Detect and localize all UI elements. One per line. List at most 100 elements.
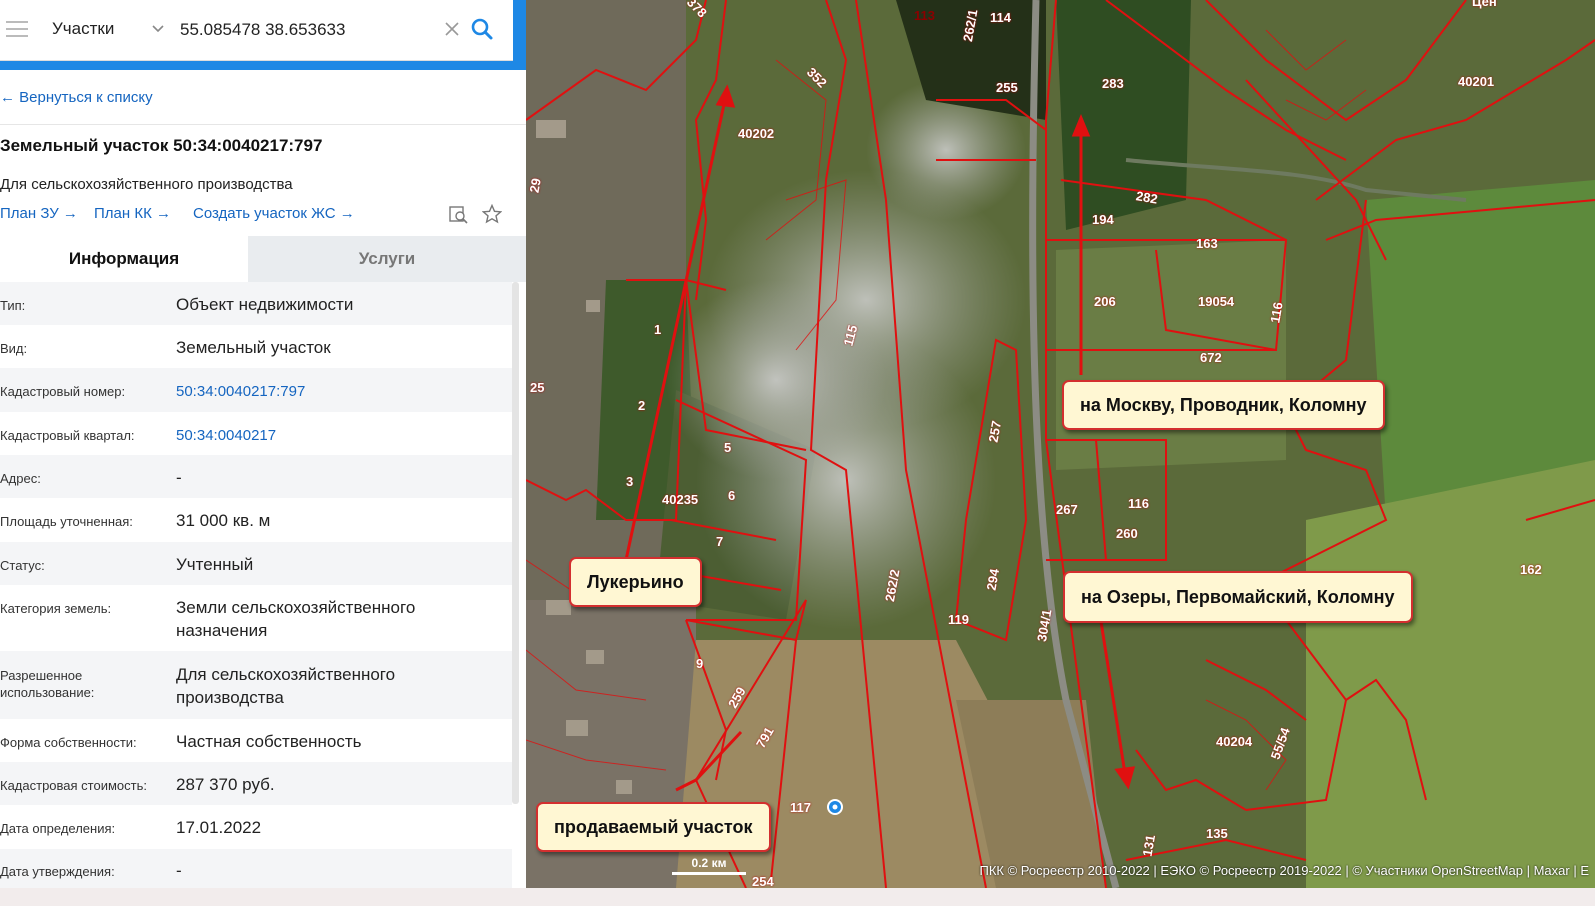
callout-moscow: на Москву, Проводник, Коломну bbox=[1062, 380, 1385, 430]
table-row: Адрес: - bbox=[0, 455, 512, 498]
scale-bar: 0.2 км bbox=[672, 856, 746, 875]
row-label: Кадастровая стоимость: bbox=[0, 778, 147, 793]
layer-select[interactable]: Участки bbox=[52, 19, 114, 39]
tab-services[interactable]: Услуги bbox=[248, 236, 526, 282]
row-value: Частная собственность bbox=[176, 732, 362, 751]
table-row: Кадастровый квартал: 50:34:0040217 bbox=[0, 412, 512, 455]
plot-label: 113 bbox=[914, 8, 935, 23]
plot-label: 25 bbox=[530, 380, 545, 395]
plot-label: 9 bbox=[696, 656, 704, 671]
table-row: Форма собственности: Частная собственнос… bbox=[0, 719, 512, 762]
cadastral-number-link[interactable]: 50:34:0040217:797 bbox=[176, 380, 506, 403]
plot-label: 206 bbox=[1094, 294, 1116, 309]
scrollbar[interactable] bbox=[512, 282, 519, 804]
plot-label: 40235 bbox=[662, 492, 699, 507]
callout-lukerino: Лукерьино bbox=[569, 557, 702, 607]
row-label: Дата утверждения: bbox=[0, 864, 115, 879]
callout-plot-for-sale: продаваемый участок bbox=[536, 802, 771, 852]
plan-kk-link[interactable]: План КК → bbox=[94, 205, 171, 222]
row-value: Учтенный bbox=[176, 555, 254, 574]
plot-label: 117 bbox=[790, 800, 811, 815]
table-row: Категория земель: Земли сельскохозяйстве… bbox=[0, 585, 512, 651]
row-label: Кадастровый квартал: bbox=[0, 428, 135, 443]
plot-label: 1 bbox=[654, 322, 662, 337]
table-row: Разрешенное использование: Для сельскохо… bbox=[0, 651, 512, 719]
row-label: Разрешенное использование: bbox=[0, 668, 95, 700]
plot-label: 267 bbox=[1056, 502, 1078, 517]
table-row: Дата определения: 17.01.2022 bbox=[0, 805, 512, 849]
row-value: Для сельскохозяйственного производства bbox=[176, 665, 396, 707]
row-value: Земли сельскохозяйственного назначения bbox=[176, 598, 416, 640]
row-value: - bbox=[176, 861, 182, 880]
row-label: Дата определения: bbox=[0, 821, 116, 836]
location-pin-icon[interactable] bbox=[826, 798, 844, 816]
create-plot-link[interactable]: Создать участок ЖС → bbox=[193, 205, 355, 222]
plot-label: 119 bbox=[948, 612, 969, 627]
row-value: 17.01.2022 bbox=[176, 818, 262, 837]
star-icon[interactable] bbox=[482, 204, 502, 224]
table-row: Кадастровая стоимость: 287 370 руб. bbox=[0, 762, 512, 805]
plot-label: 5 bbox=[724, 440, 732, 455]
row-label: Тип: bbox=[0, 298, 26, 313]
plan-zu-link[interactable]: План ЗУ → bbox=[0, 205, 78, 222]
menu-icon[interactable] bbox=[6, 21, 28, 39]
row-label: Площадь уточненная: bbox=[0, 514, 133, 529]
plot-label: 19054 bbox=[1198, 294, 1235, 309]
satellite-layer bbox=[526, 0, 1595, 888]
row-value: Земельный участок bbox=[176, 338, 331, 357]
row-value: 31 000 кв. м bbox=[176, 511, 271, 530]
plot-label: 260 bbox=[1116, 526, 1138, 541]
plot-label: 7 bbox=[716, 534, 724, 549]
tab-information[interactable]: Информация bbox=[0, 236, 248, 282]
row-label: Статус: bbox=[0, 558, 45, 573]
scale-label: 0.2 км bbox=[691, 856, 727, 870]
object-title: Земельный участок 50:34:0040217:797 bbox=[0, 136, 323, 155]
plot-label: 162 bbox=[1520, 562, 1542, 577]
row-label: Адрес: bbox=[0, 471, 41, 486]
plot-label: 194 bbox=[1092, 212, 1114, 227]
preview-icon[interactable] bbox=[448, 204, 468, 224]
plot-label: 40201 bbox=[1458, 74, 1495, 89]
cadastral-quarter-link[interactable]: 50:34:0040217 bbox=[176, 424, 506, 447]
callout-ozery: на Озеры, Первомайский, Коломну bbox=[1063, 571, 1413, 623]
plot-label: 40202 bbox=[738, 126, 775, 141]
plot-label: 283 bbox=[1102, 76, 1124, 91]
tabs: Информация Услуги bbox=[0, 236, 526, 282]
map-view[interactable]: 113 114 262/1 255 283 378 352 40202 4020… bbox=[526, 0, 1595, 888]
table-row: Статус: Учтенный bbox=[0, 542, 512, 585]
map-attribution: ПКК © Росреестр 2010-2022 | ЕЭКО © Росре… bbox=[979, 863, 1590, 878]
bottom-strip bbox=[0, 888, 1595, 906]
plot-label: 255 bbox=[996, 80, 1018, 95]
row-value: Объект недвижимости bbox=[176, 295, 354, 314]
search-icon[interactable] bbox=[470, 17, 494, 41]
plot-label: 2 bbox=[638, 398, 646, 413]
row-label: Форма собственности: bbox=[0, 735, 137, 750]
row-label: Кадастровый номер: bbox=[0, 384, 126, 399]
plot-label: 114 bbox=[990, 10, 1011, 25]
close-icon[interactable] bbox=[443, 20, 461, 38]
plot-label: 40204 bbox=[1216, 734, 1253, 749]
search-container: Участки bbox=[0, 0, 513, 61]
plot-label: 135 bbox=[1206, 826, 1228, 841]
plot-label: 163 bbox=[1196, 236, 1218, 251]
plot-label: 116 bbox=[1128, 496, 1149, 511]
plot-label: 254 bbox=[752, 874, 774, 888]
plot-label: 672 bbox=[1200, 350, 1222, 365]
plot-label: 6 bbox=[728, 488, 736, 503]
corner-label: Цен bbox=[1472, 0, 1497, 9]
search-input[interactable] bbox=[172, 12, 450, 48]
row-label: Вид: bbox=[0, 341, 28, 356]
table-row: Дата утверждения: - bbox=[0, 849, 512, 888]
object-subtitle: Для сельскохозяйственного производства bbox=[0, 176, 293, 193]
plot-label: 3 bbox=[626, 474, 634, 489]
row-value: - bbox=[176, 468, 182, 487]
back-to-list-link[interactable]: ← Вернуться к списку bbox=[0, 89, 153, 106]
search-bar: Участки bbox=[0, 0, 526, 70]
info-panel: Участки ← Вернуться к списку Земельный у… bbox=[0, 0, 526, 888]
chevron-down-icon[interactable] bbox=[152, 24, 164, 34]
table-row: Кадастровый номер: 50:34:0040217:797 bbox=[0, 368, 512, 412]
row-label: Категория земель: bbox=[0, 601, 112, 616]
table-row: Площадь уточненная: 31 000 кв. м bbox=[0, 498, 512, 542]
plot-label: 29 bbox=[526, 177, 544, 194]
table-row: Тип: Объект недвижимости bbox=[0, 282, 512, 325]
